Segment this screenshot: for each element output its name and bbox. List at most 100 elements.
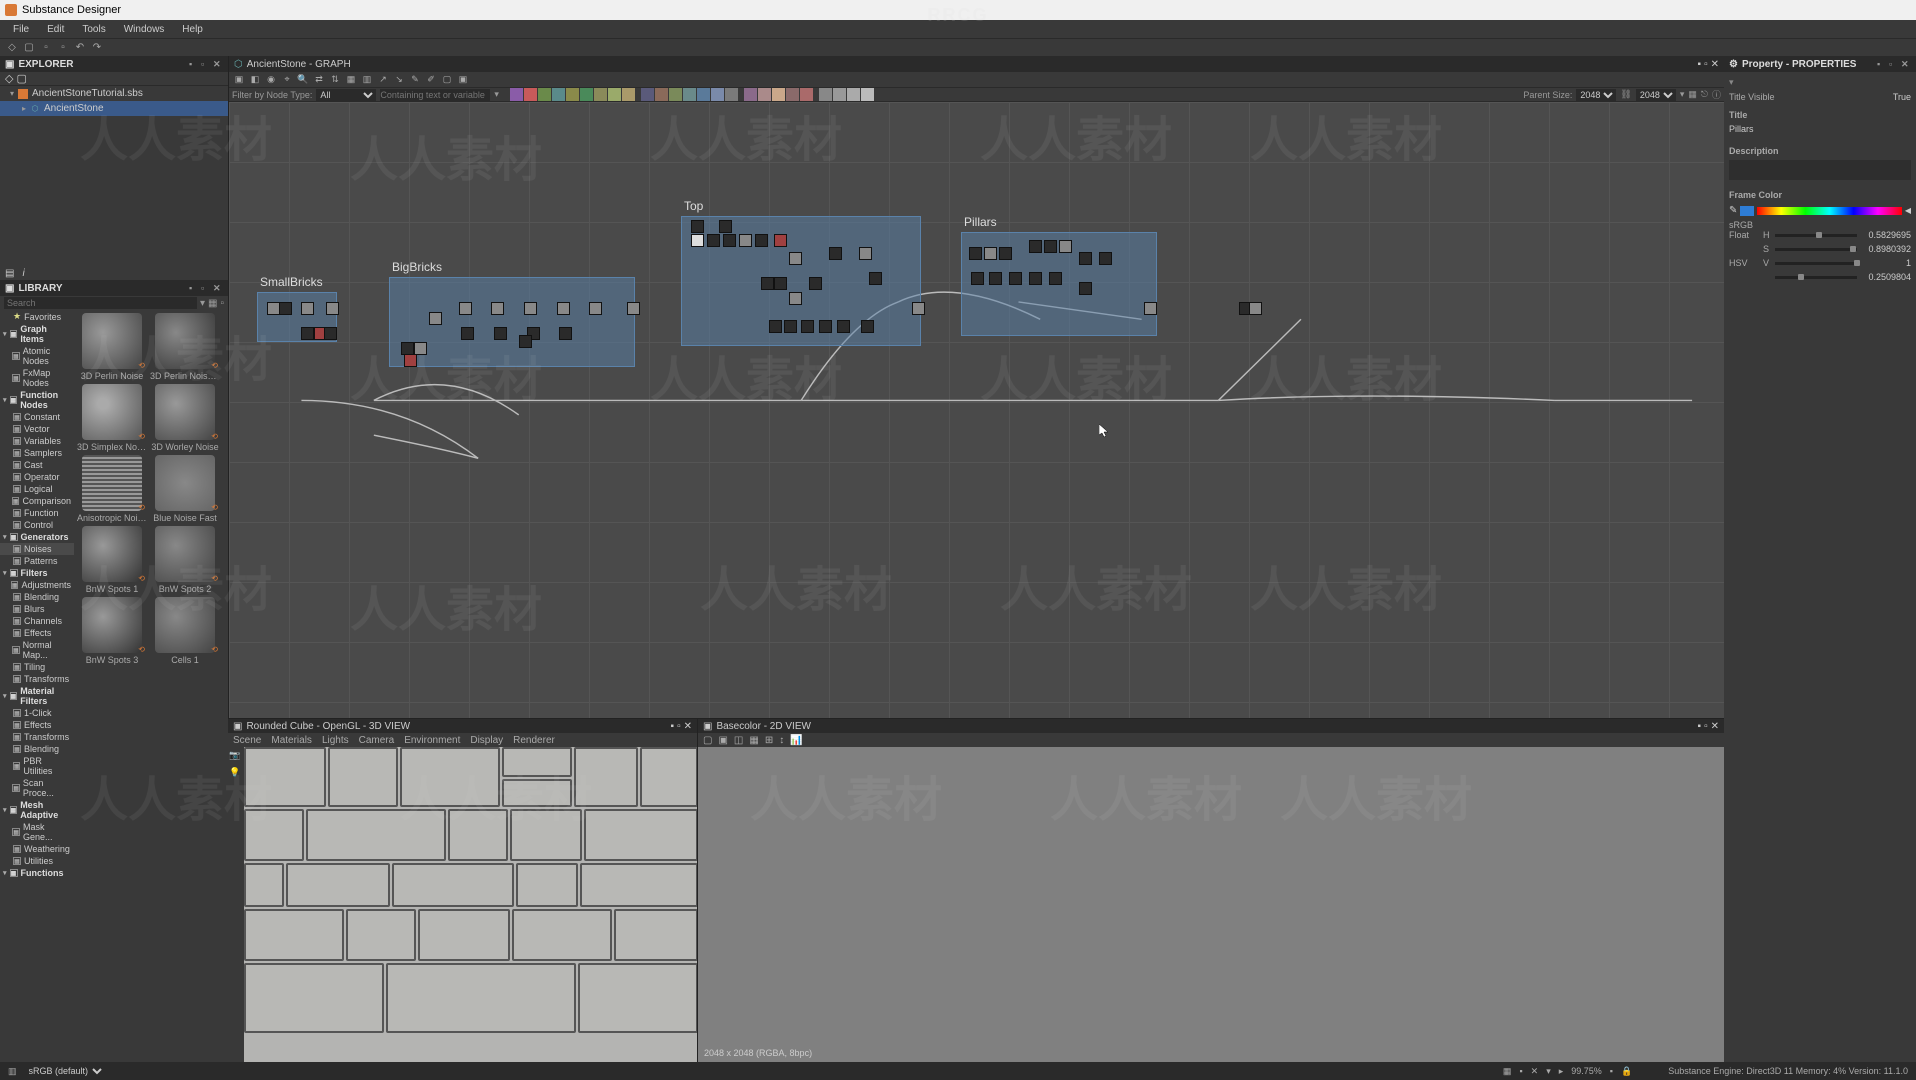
node-btn[interactable]: [847, 88, 860, 101]
lib-cat-blending[interactable]: ▦Blending: [0, 591, 74, 603]
lib-cat-atomicnodes[interactable]: ▦Atomic Nodes: [0, 345, 74, 367]
max-icon[interactable]: ▫: [201, 283, 211, 293]
max-icon[interactable]: ▫: [220, 298, 224, 309]
graph-node[interactable]: [861, 320, 874, 333]
gt-icon[interactable]: ▦: [344, 73, 358, 87]
graph-node[interactable]: [491, 302, 504, 315]
link-icon[interactable]: ⛓: [1620, 89, 1631, 100]
node-btn[interactable]: [725, 88, 738, 101]
status-icon[interactable]: ▪: [1610, 1066, 1613, 1076]
menu-windows[interactable]: Windows: [116, 22, 173, 37]
close-icon[interactable]: ✕: [213, 59, 223, 69]
srgb-tab[interactable]: sRGB: [1729, 220, 1753, 230]
node-btn[interactable]: [800, 88, 813, 101]
node-btn[interactable]: [786, 88, 799, 101]
lib-cat-patterns[interactable]: ▦Patterns: [0, 555, 74, 567]
lib-cat-constant[interactable]: ▦Constant: [0, 411, 74, 423]
lib-item[interactable]: ⟲3D Worley Noise: [150, 384, 220, 452]
pin-icon[interactable]: ▪: [1877, 59, 1887, 69]
library-categories[interactable]: ★Favorites▾▦Graph Items▦Atomic Nodes▦FxM…: [0, 310, 74, 1062]
tree-graph[interactable]: ▸ ⬡ AncientStone: [0, 101, 228, 116]
graph-node[interactable]: [801, 320, 814, 333]
graph-node[interactable]: [837, 320, 850, 333]
view3d-viewport[interactable]: [244, 747, 697, 1062]
v2d-tool-icon[interactable]: ▦: [749, 735, 758, 746]
node-btn[interactable]: [510, 88, 523, 101]
lib-cat-transforms[interactable]: ▦Transforms: [0, 673, 74, 685]
gt-icon[interactable]: ⇅: [328, 73, 342, 87]
lib-cat-weathering[interactable]: ▦Weathering: [0, 843, 74, 855]
tree-file[interactable]: ▾ AncientStoneTutorial.sbs: [0, 86, 228, 101]
graph-node[interactable]: [969, 247, 982, 260]
graph-node[interactable]: [769, 320, 782, 333]
pin-icon[interactable]: ▪: [671, 721, 675, 732]
lib-item[interactable]: ⟲Blue Noise Fast: [150, 455, 220, 523]
graph-node[interactable]: [719, 220, 732, 233]
graph-node[interactable]: [1144, 302, 1157, 315]
node-btn[interactable]: [580, 88, 593, 101]
v2d-tool-icon[interactable]: ▢: [703, 735, 712, 746]
title-value[interactable]: Pillars: [1729, 122, 1911, 136]
graph-node[interactable]: [301, 302, 314, 315]
lib-cat-operator[interactable]: ▦Operator: [0, 471, 74, 483]
graph-canvas[interactable]: SmallBricksBigBricksTopPillars: [229, 102, 1724, 718]
lib-cat-filters[interactable]: ▾▦Filters: [0, 567, 74, 579]
lib-cat-effects[interactable]: ▦Effects: [0, 719, 74, 731]
new-icon[interactable]: ◇: [5, 41, 19, 55]
slider-track[interactable]: [1775, 248, 1857, 251]
parent-size-w[interactable]: 2048: [1576, 89, 1616, 101]
lib-cat-utilities[interactable]: ▦Utilities: [0, 855, 74, 867]
gt-icon[interactable]: ▢: [440, 73, 454, 87]
graph-node[interactable]: [404, 354, 417, 367]
node-btn[interactable]: [669, 88, 682, 101]
node-btn[interactable]: [772, 88, 785, 101]
graph-node[interactable]: [859, 247, 872, 260]
lib-item[interactable]: ⟲BnW Spots 2: [150, 526, 220, 594]
slider-track[interactable]: [1775, 262, 1857, 265]
dropdown-icon[interactable]: ▾: [494, 89, 499, 100]
node-btn[interactable]: [819, 88, 832, 101]
graph-node[interactable]: [784, 320, 797, 333]
menu-tools[interactable]: Tools: [74, 22, 113, 37]
lib-cat-functionnodes[interactable]: ▾▦Function Nodes: [0, 389, 74, 411]
graph-node[interactable]: [559, 327, 572, 340]
lib-cat-generators[interactable]: ▾▦Generators: [0, 531, 74, 543]
node-btn[interactable]: [683, 88, 696, 101]
eyedropper-icon[interactable]: ✎: [1729, 205, 1737, 216]
lib-cat-favorites[interactable]: ★Favorites: [0, 310, 74, 323]
gt-icon[interactable]: 🔍: [296, 73, 310, 87]
lib-cat-meshadaptive[interactable]: ▾▦Mesh Adaptive: [0, 799, 74, 821]
node-btn[interactable]: [861, 88, 874, 101]
graph-node[interactable]: [809, 277, 822, 290]
node-btn[interactable]: [641, 88, 654, 101]
status-icon[interactable]: ▸: [1559, 1066, 1564, 1077]
graph-node[interactable]: [1009, 272, 1022, 285]
lib-cat-click[interactable]: ▦1-Click: [0, 707, 74, 719]
camera-icon[interactable]: 📷: [228, 750, 242, 764]
node-btn[interactable]: [594, 88, 607, 101]
lib-cat-noises[interactable]: ▦Noises: [0, 543, 74, 555]
menu-edit[interactable]: Edit: [39, 22, 72, 37]
lib-cat-adjustments[interactable]: ▦Adjustments: [0, 579, 74, 591]
node-btn[interactable]: [655, 88, 668, 101]
max-icon[interactable]: ▫: [1889, 59, 1899, 69]
graph-node[interactable]: [494, 327, 507, 340]
graph-node[interactable]: [1044, 240, 1057, 253]
lib-cat-materialfilters[interactable]: ▾▦Material Filters: [0, 685, 74, 707]
parent-size-h[interactable]: 2048: [1636, 89, 1676, 101]
gt-icon[interactable]: ▣: [456, 73, 470, 87]
graph-node[interactable]: [774, 234, 787, 247]
gt-icon[interactable]: ⎋: [1701, 89, 1708, 100]
graph-node[interactable]: [1249, 302, 1262, 315]
slider-track[interactable]: [1775, 234, 1857, 237]
graph-node[interactable]: [984, 247, 997, 260]
gt-icon[interactable]: ▥: [360, 73, 374, 87]
close-icon[interactable]: ✕: [1711, 721, 1719, 732]
graph-node[interactable]: [459, 302, 472, 315]
status-icon[interactable]: 🔒: [1621, 1066, 1632, 1077]
lib-tab-icon[interactable]: ▤: [5, 268, 14, 279]
lib-cat-vector[interactable]: ▦Vector: [0, 423, 74, 435]
status-icon[interactable]: ✕: [1531, 1066, 1539, 1077]
node-btn[interactable]: [833, 88, 846, 101]
lib-cat-scanproce[interactable]: ▦Scan Proce...: [0, 777, 74, 799]
